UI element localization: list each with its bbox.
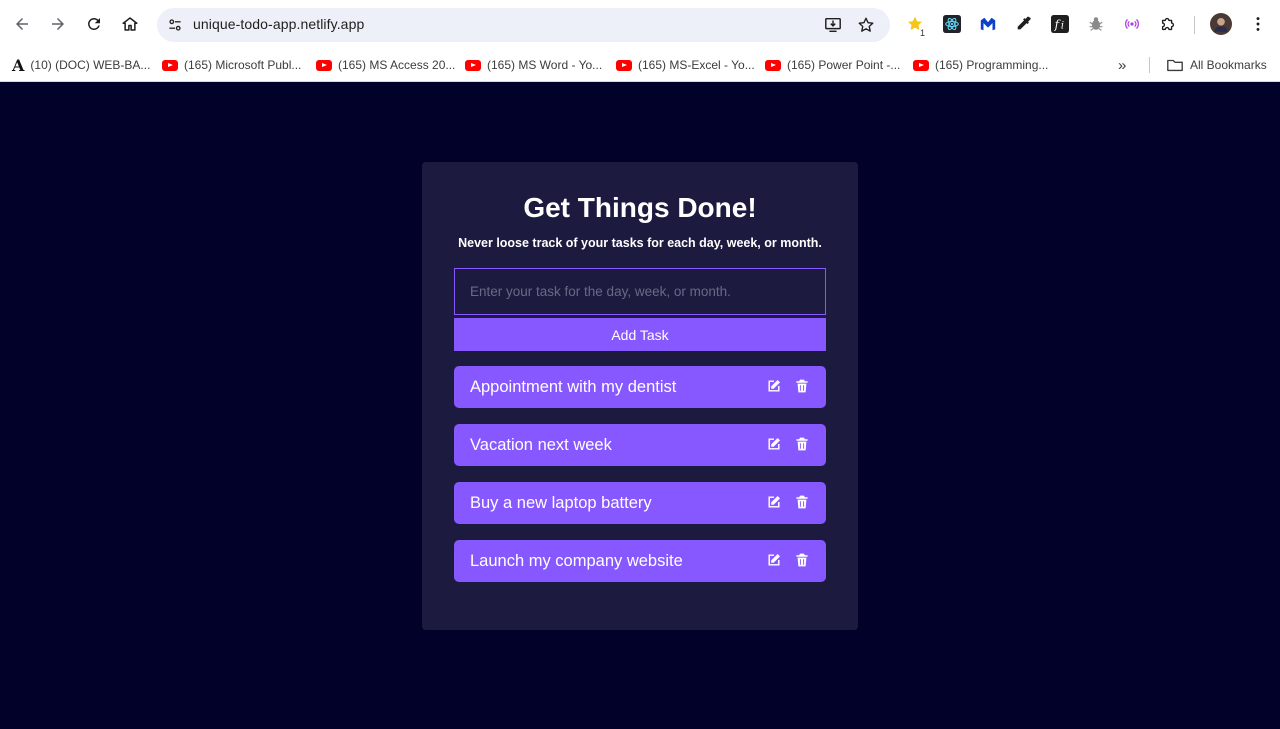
menu-kebab-icon[interactable] [1246,12,1270,36]
malwarebytes-icon[interactable] [976,12,1000,36]
bookmarks-bar: A (10) (DOC) WEB-BA... (165) Microsoft P… [0,48,1280,82]
install-app-icon[interactable] [823,15,843,35]
bookmark-label: (10) (DOC) WEB-BA... [30,58,151,72]
task-item: Launch my company website [454,540,826,582]
task-item: Appointment with my dentist [454,366,826,408]
bookmark-label: (165) MS-Excel - Yo... [638,58,755,72]
youtube-icon [616,59,632,71]
more-bookmarks-button[interactable]: » [1118,55,1126,75]
folder-icon [1167,59,1183,72]
extensions-puzzle-icon[interactable] [1156,12,1180,36]
address-bar[interactable]: unique-todo-app.netlify.app [157,8,890,42]
reload-icon [88,17,100,30]
all-bookmarks-button[interactable]: All Bookmarks [1166,55,1267,75]
todo-card: Get Things Done! Never loose track of yo… [422,162,858,630]
url-text[interactable]: unique-todo-app.netlify.app [193,16,364,32]
bookmark-label: (165) Microsoft Publ... [184,58,302,72]
edit-icon[interactable] [765,493,783,511]
bookmark-label: (165) Power Point -... [787,58,901,72]
home-icon [122,17,138,31]
task-item: Buy a new laptop battery [454,482,826,524]
react-devtools-icon[interactable] [940,12,964,36]
bookmark-item[interactable]: (165) Microsoft Publ... [162,55,301,75]
bookmark-item[interactable]: (165) MS Access 20... [316,55,455,75]
toolbar-divider [1194,16,1195,34]
trash-icon[interactable] [793,493,811,511]
youtube-icon [162,59,178,71]
youtube-icon [913,59,929,71]
youtube-icon [316,59,332,71]
site-info-icon[interactable] [165,15,185,35]
task-text: Appointment with my dentist [470,378,677,396]
reload-button[interactable] [80,10,108,38]
extension-badge: 1 [917,28,927,38]
page-subtitle: Never loose track of your tasks for each… [458,236,822,250]
academia-icon: A [12,55,25,75]
forward-button[interactable] [44,10,72,38]
broadcast-icon[interactable] [1120,12,1144,36]
trash-icon[interactable] [793,377,811,395]
bookmark-item[interactable]: (165) Programming... [913,55,1048,75]
task-text: Buy a new laptop battery [470,494,652,512]
edit-icon[interactable] [765,377,783,395]
bookmark-label: (165) MS Word - Yo... [487,58,603,72]
task-item: Vacation next week [454,424,826,466]
all-bookmarks-label: All Bookmarks [1190,58,1267,72]
task-input[interactable] [454,268,826,315]
trash-icon[interactable] [793,551,811,569]
task-text: Vacation next week [470,436,612,454]
bookmark-item[interactable]: (165) MS Word - Yo... [465,55,602,75]
page-title: Get Things Done! [523,192,757,223]
starred-extension-icon[interactable]: 1 [903,12,927,38]
bug-icon[interactable] [1084,12,1108,36]
color-picker-icon[interactable] [1012,12,1036,36]
svg-text:i: i [1061,21,1064,32]
trash-icon[interactable] [793,435,811,453]
youtube-icon [765,59,781,71]
bookmark-label: (165) Programming... [935,58,1049,72]
edit-icon[interactable] [765,435,783,453]
back-button[interactable] [8,10,36,38]
fonts-extension-icon[interactable]: fi [1048,12,1072,36]
edit-icon[interactable] [765,551,783,569]
bookmark-star-icon[interactable] [856,15,876,35]
profile-avatar[interactable] [1209,12,1233,36]
chevron-double-right-icon: » [1118,56,1127,74]
bookmark-item[interactable]: (165) MS-Excel - Yo... [616,55,755,75]
browser-toolbar: unique-todo-app.netlify.app 1 fi [0,0,1280,48]
bookmark-item[interactable]: A (10) (DOC) WEB-BA... [12,55,150,75]
bookmark-label: (165) MS Access 20... [338,58,456,72]
add-task-button[interactable]: Add Task [454,318,826,351]
home-button[interactable] [116,10,144,38]
bookmark-item[interactable]: (165) Power Point -... [765,55,900,75]
arrow-right-icon [52,18,64,30]
bookmarks-divider [1149,57,1150,73]
arrow-left-icon [16,18,28,30]
task-text: Launch my company website [470,552,683,570]
youtube-icon [465,59,481,71]
